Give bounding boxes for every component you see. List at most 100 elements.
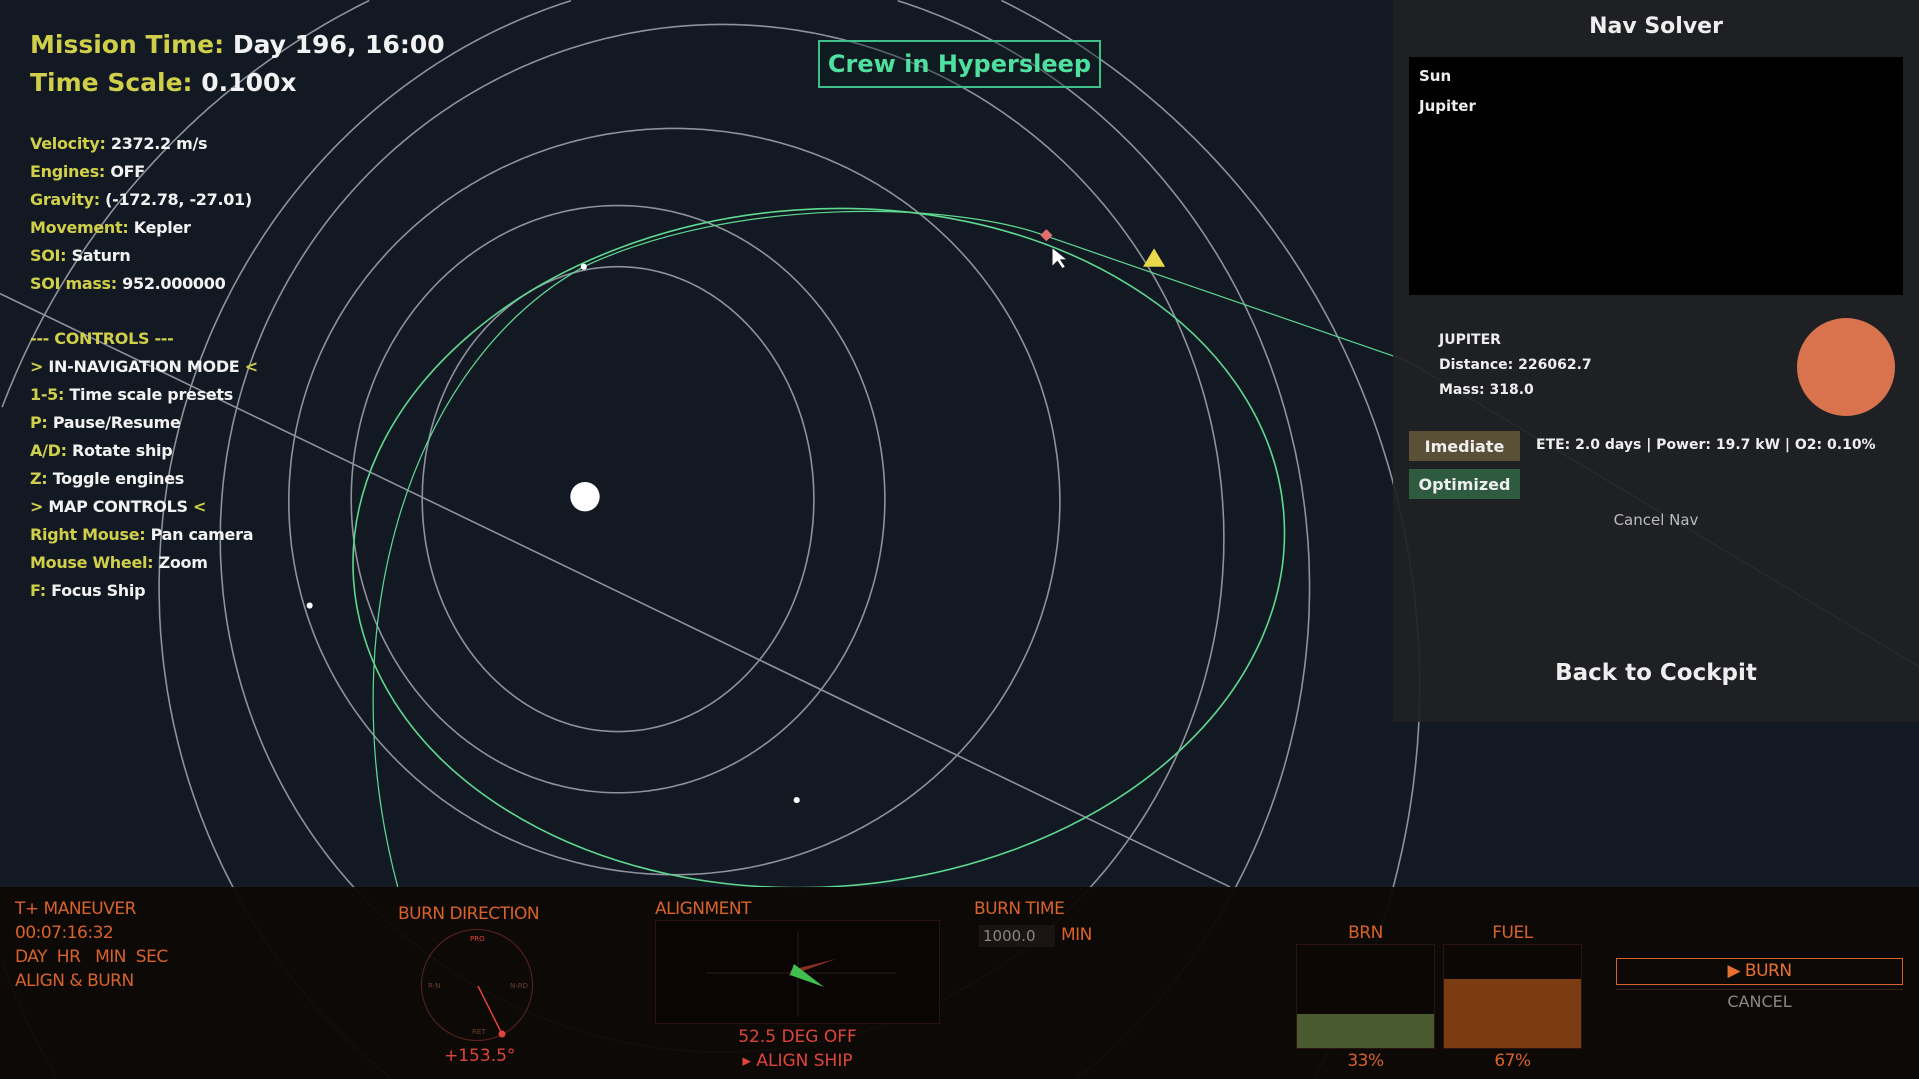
- stat-label: SOI:: [30, 246, 67, 265]
- align-ship-button[interactable]: ▸ ALIGN SHIP: [655, 1051, 940, 1071]
- control-value: Pause/Resume: [52, 413, 181, 432]
- control-row: > MAP CONTROLS <: [30, 497, 258, 525]
- fuel-percent: 67%: [1494, 1051, 1531, 1071]
- target-mass: Mass: 318.0: [1439, 382, 1534, 398]
- sun: [570, 482, 600, 512]
- brn-gauge: [1296, 944, 1435, 1049]
- back-to-cockpit-button[interactable]: Back to Cockpit: [1393, 660, 1919, 686]
- stat-label: Engines:: [30, 162, 106, 181]
- nav-solver-panel: Nav Solver Sun Jupiter JUPITER Distance:…: [1393, 0, 1919, 722]
- target-item-sun[interactable]: Sun: [1409, 61, 1903, 91]
- mission-time: Mission Time: Day 196, 16:00: [30, 30, 445, 59]
- target-list[interactable]: Sun Jupiter: [1409, 57, 1903, 295]
- control-label: A/D:: [30, 441, 67, 460]
- control-label: >: [30, 357, 44, 376]
- control-end: <: [244, 357, 258, 376]
- time-scale-label: Time Scale:: [30, 68, 193, 97]
- maneuver-mode: ALIGN & BURN: [15, 971, 134, 991]
- orbit-ring: [1001, 0, 1421, 686]
- burn-time-unit: MIN: [1061, 925, 1092, 945]
- burn-time-label: BURN TIME: [974, 899, 1065, 919]
- orbit-ring: [421, 265, 815, 733]
- stat-value: OFF: [110, 162, 145, 181]
- panel-title: Nav Solver: [1589, 14, 1723, 39]
- moon-dot: [793, 797, 800, 804]
- cancel-nav-link[interactable]: Cancel Nav: [1393, 511, 1919, 529]
- control-value: MAP CONTROLS: [48, 497, 188, 516]
- burn-direction-needle: [477, 985, 503, 1035]
- brn-gauge-fill: [1297, 1014, 1434, 1048]
- stat-value: Kepler: [133, 218, 191, 237]
- maneuver-title: T+ MANEUVER: [15, 899, 136, 919]
- control-end: <: [192, 497, 207, 516]
- maneuver-countdown: 00:07:16:32: [15, 923, 114, 943]
- burn-direction-compass: PRO R-N N-RD RET: [421, 929, 533, 1041]
- burn-direction-label: BURN DIRECTION: [398, 904, 540, 924]
- burn-direction-value: +153.5°: [444, 1046, 516, 1066]
- control-row: F: Focus Ship: [30, 581, 258, 609]
- control-label: 1-5:: [30, 385, 65, 404]
- controls-header: --- CONTROLS ---: [30, 329, 174, 348]
- brn-label: BRN: [1348, 923, 1383, 943]
- control-value: Time scale presets: [69, 385, 233, 404]
- control-value: Pan camera: [150, 525, 254, 544]
- stat-row: SOI: Saturn: [30, 246, 252, 274]
- stat-row: Engines: OFF: [30, 162, 252, 190]
- burn-button[interactable]: ▶ BURN: [1616, 958, 1903, 985]
- control-value: IN-NAVIGATION MODE: [48, 357, 240, 376]
- ship-icon: [1143, 248, 1166, 267]
- fuel-label: FUEL: [1492, 923, 1533, 943]
- control-label: >: [30, 497, 44, 516]
- crew-status-banner: Crew in Hypersleep: [818, 40, 1101, 88]
- controls-list: > IN-NAVIGATION MODE <1-5: Time scale pr…: [30, 357, 258, 609]
- control-label: Z:: [30, 469, 48, 488]
- control-row: > IN-NAVIGATION MODE <: [30, 357, 258, 385]
- control-label: Mouse Wheel:: [30, 553, 154, 572]
- alignment-indicator: [655, 920, 940, 1024]
- stat-row: Gravity: (-172.78, -27.01): [30, 190, 252, 218]
- orbit-ring: [897, 0, 1311, 588]
- alignment-label: ALIGNMENT: [655, 899, 752, 919]
- control-label: P:: [30, 413, 48, 432]
- control-value: Toggle engines: [52, 469, 185, 488]
- mission-time-label: Mission Time:: [30, 30, 225, 59]
- stat-value: Saturn: [71, 246, 131, 265]
- burn-time-input[interactable]: 1000.0: [979, 925, 1055, 947]
- control-row: Right Mouse: Pan camera: [30, 525, 258, 553]
- control-label: Right Mouse:: [30, 525, 146, 544]
- target-item-jupiter[interactable]: Jupiter: [1409, 91, 1903, 121]
- optimized-button[interactable]: Optimized: [1409, 469, 1520, 499]
- stat-label: Movement:: [30, 218, 129, 237]
- stat-value: 952.000000: [122, 274, 226, 293]
- moon-dot: [580, 263, 587, 270]
- control-row: P: Pause/Resume: [30, 413, 258, 441]
- cancel-burn-button[interactable]: CANCEL: [1616, 989, 1903, 1013]
- fuel-gauge-fill: [1444, 979, 1581, 1048]
- alignment-off: 52.5 DEG OFF: [738, 1027, 857, 1047]
- planet-icon: [1797, 318, 1895, 416]
- moon-dot: [306, 602, 313, 609]
- stat-row: SOI mass: 952.000000: [30, 274, 252, 302]
- maneuver-panel: T+ MANEUVER 00:07:16:32 DAY HR MIN SEC A…: [0, 887, 1919, 1079]
- control-value: Zoom: [158, 553, 208, 572]
- countdown-units: DAY HR MIN SEC: [15, 947, 168, 967]
- stat-label: Gravity:: [30, 190, 100, 209]
- control-value: Focus Ship: [51, 581, 146, 600]
- control-row: 1-5: Time scale presets: [30, 385, 258, 413]
- stat-row: Velocity: 2372.2 m/s: [30, 134, 252, 162]
- control-value: Rotate ship: [72, 441, 173, 460]
- stats-list: Velocity: 2372.2 m/s Engines: OFF Gravity:…: [30, 134, 252, 302]
- immediate-button[interactable]: Imediate: [1409, 431, 1520, 461]
- target-name: JUPITER: [1439, 332, 1501, 348]
- brn-percent: 33%: [1347, 1051, 1384, 1071]
- mission-time-value: Day 196, 16:00: [232, 30, 445, 59]
- control-row: Z: Toggle engines: [30, 469, 258, 497]
- stat-label: SOI mass:: [30, 274, 117, 293]
- needle-tip: [498, 1030, 506, 1038]
- stat-value: (-172.78, -27.01): [105, 190, 252, 209]
- control-label: F:: [30, 581, 46, 600]
- time-scale-value: 0.100x: [201, 68, 297, 97]
- stat-label: Velocity:: [30, 134, 106, 153]
- stat-value: 2372.2 m/s: [110, 134, 208, 153]
- target-marker: [1040, 229, 1053, 242]
